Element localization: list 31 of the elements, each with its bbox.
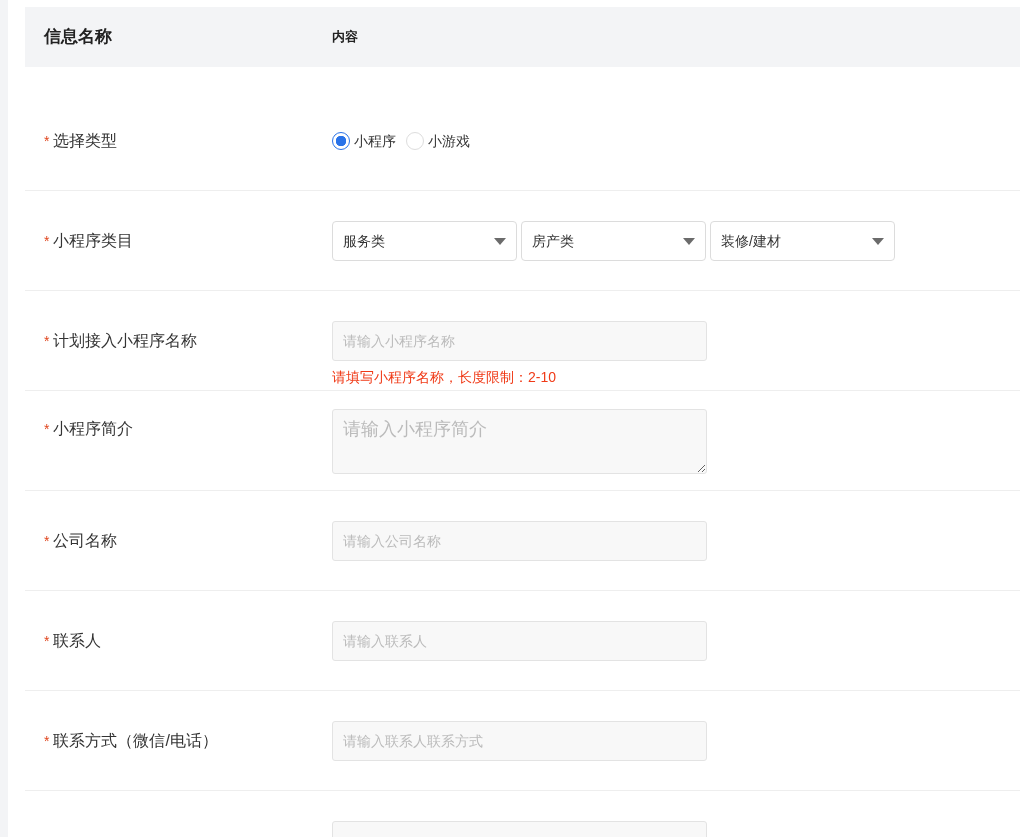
column-header: 信息名称 <box>43 26 113 49</box>
required-marker: * <box>44 333 50 349</box>
field-label: * 计划接入小程序名称 <box>43 331 199 351</box>
required-marker: * <box>44 733 50 749</box>
radio-option[interactable]: 小程序 <box>332 130 396 152</box>
textarea-field[interactable]: 请输入小程序简介 <box>332 409 707 474</box>
field-label: * 小程序类目 <box>43 231 135 251</box>
required-marker: * <box>44 233 50 249</box>
radio-option[interactable]: 小游戏 <box>406 130 470 152</box>
required-marker: * <box>44 421 50 437</box>
input-field[interactable]: 请输入小程序名称 <box>332 321 707 361</box>
dropdown-select[interactable]: 装修/建材 <box>710 221 895 261</box>
caret-icon <box>872 237 884 245</box>
required-marker: * <box>44 133 50 149</box>
column-header: 内容 <box>332 28 358 47</box>
required-marker: * <box>44 533 50 549</box>
error-message: 请填写小程序名称，长度限制：2-10 <box>332 368 558 387</box>
required-marker: * <box>44 633 50 649</box>
field-label: * 公司名称 <box>43 531 119 551</box>
caret-icon <box>494 237 506 245</box>
field-label: * 联系人 <box>43 631 103 651</box>
caret-icon <box>683 237 695 245</box>
input-field[interactable]: 请输入公司名称 <box>332 521 707 561</box>
dropdown-select[interactable]: 服务类 <box>332 221 517 261</box>
dropdown-select[interactable]: 房产类 <box>521 221 706 261</box>
field-label: * 选择类型 <box>43 131 119 151</box>
field-label: * 联系方式（微信/电话） <box>43 731 219 751</box>
input-field[interactable]: 请输入联系人 <box>332 621 707 661</box>
radio-icon[interactable] <box>332 132 350 150</box>
field-label: * 小程序简介 <box>43 419 135 439</box>
input-field[interactable]: 请输入联系人联系方式 <box>332 721 707 761</box>
